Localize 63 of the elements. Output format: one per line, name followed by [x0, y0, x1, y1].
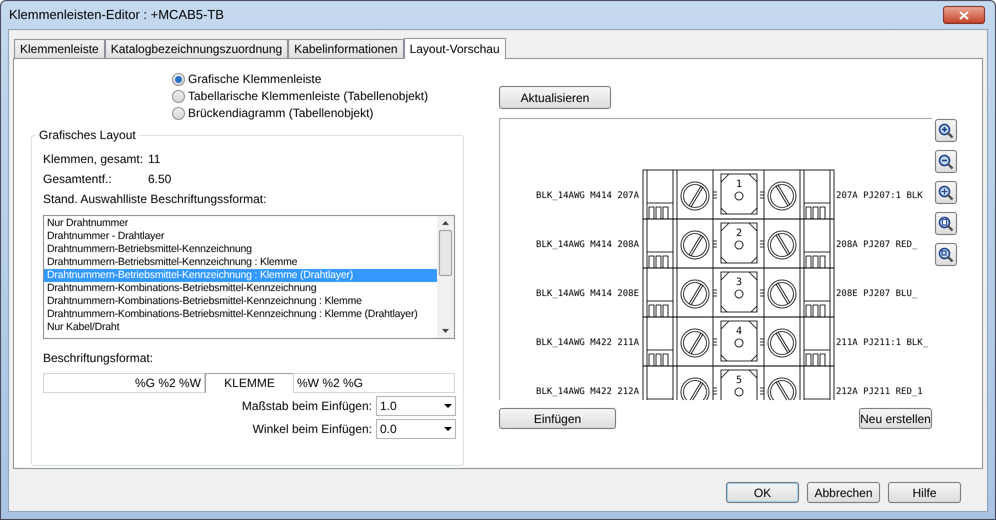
zoom-extents-icon[interactable] [935, 181, 957, 204]
new-button[interactable]: Neu erstellen [859, 408, 932, 429]
list-item[interactable]: Drahtnummern-Kombinations-Betriebsmittel-Kennzeichnung : Klemme [44, 295, 437, 308]
list-item[interactable]: Drahtnummern-Kombinations-Betriebsmittel-Kennzeichnung : Klemme (Drahtlayer) [44, 308, 437, 321]
input-field[interactable]: %G %2 %W [43, 373, 205, 393]
list-item[interactable]: Drahtnummern-Betriebsmittel-Kennzeichnung : Klemme [44, 256, 437, 269]
field-label: Winkel beim Einfügen: [252, 421, 372, 438]
close-icon [959, 10, 969, 20]
field-label: Maßstab beim Einfügen: [242, 398, 372, 415]
scrollbar[interactable] [437, 216, 454, 338]
field-value: 11 [148, 151, 160, 168]
wire-label: BLK_14AWG M414 208E [536, 289, 639, 299]
tab[interactable]: Klemmenleiste [14, 39, 105, 58]
zoom-window-icon[interactable] [935, 243, 957, 266]
tab[interactable]: Kabelinformationen [288, 39, 404, 58]
zoom-page-icon[interactable] [935, 212, 957, 235]
list-label: Stand. Auswahlliste Beschriftungssformat: [43, 191, 268, 208]
zoom-out-icon[interactable] [935, 150, 957, 173]
tab[interactable]: Katalogbezeichnungszuordnung [104, 39, 288, 58]
list-item[interactable]: Nur Kabel/Draht [44, 321, 437, 334]
terminal-number: 2 [736, 228, 742, 239]
dropdown[interactable]: 1.0 [376, 396, 456, 416]
group-title: Grafisches Layout [36, 128, 139, 142]
terminal-number: 1 [736, 179, 742, 190]
dropdown[interactable]: 0.0 [376, 419, 456, 439]
dialog-button[interactable]: Abbrechen [807, 482, 880, 503]
dialog-button[interactable]: OK [726, 482, 799, 503]
list-item[interactable]: Drahtnummern-Betriebsmittel-Kennzeichnung [44, 243, 437, 256]
wire-label: 208A PJ207 RED_ [836, 240, 918, 250]
caret-icon [444, 427, 452, 431]
scroll-up-icon[interactable] [442, 221, 449, 225]
wire-label: BLK_14AWG M422 212A [536, 387, 639, 397]
zoom-in-icon[interactable] [935, 119, 957, 142]
close-button[interactable] [943, 6, 985, 24]
input-field[interactable]: KLEMME [205, 373, 293, 393]
wire-label: 207A PJ207:1 BLK [836, 191, 923, 201]
format-label: Beschriftungsformat: [43, 350, 154, 367]
dialog-button[interactable]: Hilfe [888, 482, 961, 503]
wire-label: BLK_14AWG M414 207A [536, 191, 639, 201]
wire-label: BLK_14AWG M414 208A [536, 240, 639, 250]
field-value: 6.50 [148, 171, 172, 188]
radio-option[interactable]: Brückendiagramm (Tabellenobjekt) [172, 106, 486, 120]
wire-label: BLK_14AWG M422 211A [536, 338, 639, 348]
list-item[interactable]: Nur Drahtnummer [44, 217, 437, 230]
window-title: Klemmenleisten-Editor : +MCAB5-TB [9, 6, 224, 24]
update-button[interactable]: Aktualisieren [499, 86, 611, 109]
wire-label: 212A PJ211 RED_1 [836, 387, 923, 397]
list-item[interactable]: Drahtnummer - Drahtlayer [44, 230, 437, 243]
terminal-number: 5 [736, 375, 742, 386]
radio-option[interactable]: Grafische Klemmenleiste [172, 72, 486, 86]
wire-label: 208E PJ207 BLU_ [836, 289, 918, 299]
input-field[interactable]: %W %2 %G [293, 373, 455, 393]
radio-option[interactable]: Tabellarische Klemmenleiste (Tabellenobjekt) [172, 89, 486, 103]
caret-icon [444, 404, 452, 408]
list-item[interactable]: Drahtnummern-Kombinations-Betriebsmittel-Kennzeichnung [44, 282, 437, 295]
scroll-down-icon[interactable] [442, 329, 449, 333]
tab[interactable]: Layout-Vorschau [404, 38, 506, 59]
insert-button[interactable]: Einfügen [499, 408, 616, 429]
field-label: Gesamtentf.: [43, 171, 113, 188]
wire-label: 211A PJ211:1 BLK_ [836, 338, 928, 348]
field-label: Klemmen, gesamt: [43, 151, 144, 168]
terminal-number: 4 [736, 326, 742, 337]
terminal-number: 3 [736, 277, 742, 288]
